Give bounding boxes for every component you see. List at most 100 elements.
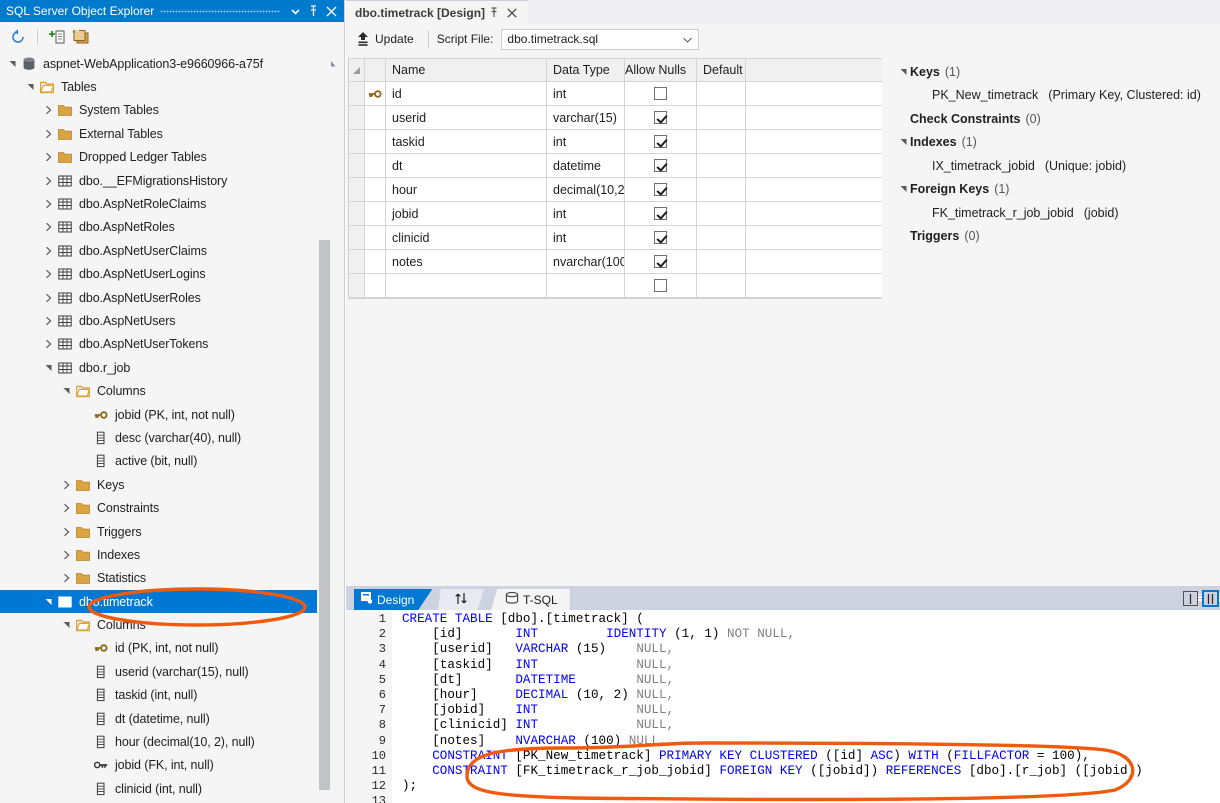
tree-item-dbo-aspnetusers[interactable]: dbo.AspNetUsers <box>0 309 332 332</box>
code-line[interactable]: [notes] NVARCHAR (100) NULL, <box>402 734 1220 749</box>
split-vertical-button[interactable] <box>1183 591 1198 606</box>
column-name-cell[interactable]: id <box>386 82 547 105</box>
refresh-icon[interactable] <box>6 26 30 48</box>
tree-item-dbo-r-job[interactable]: dbo.r_job <box>0 356 332 379</box>
expand-triangle-icon[interactable] <box>60 380 73 403</box>
tree-item-external-tables[interactable]: External Tables <box>0 122 332 145</box>
expand-triangle-icon[interactable] <box>42 590 55 613</box>
tree-item-triggers[interactable]: Triggers <box>0 520 332 543</box>
default-value-cell[interactable] <box>697 82 746 105</box>
code-line[interactable]: [clinicid] INT NULL, <box>402 718 1220 733</box>
row-selector[interactable] <box>349 178 365 201</box>
default-value-cell[interactable] <box>697 250 746 273</box>
allow-nulls-checkbox[interactable] <box>625 202 697 225</box>
expand-triangle-icon[interactable] <box>42 356 55 379</box>
row-selector[interactable] <box>349 274 365 297</box>
default-value-cell[interactable] <box>697 274 746 297</box>
tree-item-aspnet-webapplication3-e9660966-a75f[interactable]: aspnet-WebApplication3-e9660966-a75f <box>0 52 332 75</box>
row-selector[interactable] <box>349 202 365 225</box>
code-line[interactable]: [dt] DATETIME NULL, <box>402 673 1220 688</box>
tree-item-columns[interactable]: Columns <box>0 613 332 636</box>
tree-item-dbo-aspnetuserclaims[interactable]: dbo.AspNetUserClaims <box>0 239 332 262</box>
column-name-cell[interactable]: notes <box>386 250 547 273</box>
tree-item-tables[interactable]: Tables <box>0 75 332 98</box>
code-line[interactable] <box>402 794 1220 803</box>
column-name-cell[interactable]: taskid <box>386 130 547 153</box>
data-type-cell[interactable]: decimal(10,2) <box>547 178 625 201</box>
default-value-cell[interactable] <box>697 106 746 129</box>
default-value-cell[interactable] <box>697 154 746 177</box>
data-type-cell[interactable]: nvarchar(100) <box>547 250 625 273</box>
code-line[interactable]: [id] INT IDENTITY (1, 1) NOT NULL, <box>402 627 1220 642</box>
data-type-cell[interactable]: varchar(15) <box>547 106 625 129</box>
table-row[interactable]: hour decimal(10,2) <box>349 178 882 202</box>
tree-item-statistics[interactable]: Statistics <box>0 567 332 590</box>
table-properties-list[interactable]: Keys (1) PK_New_timetrack (Primary Key, Clu… <box>896 60 1220 248</box>
collapse-triangle-icon[interactable] <box>42 239 55 262</box>
expand-triangle-icon[interactable] <box>896 184 910 194</box>
data-type-column-header[interactable]: Data Type <box>547 59 625 81</box>
allow-nulls-checkbox[interactable] <box>625 130 697 153</box>
collapse-triangle-icon[interactable] <box>42 286 55 309</box>
table-row[interactable]: jobid int <box>349 202 882 226</box>
code-line[interactable]: [hour] DECIMAL (10, 2) NULL, <box>402 688 1220 703</box>
table-row[interactable]: clinicid int <box>349 226 882 250</box>
tree-item-taskid-int-null[interactable]: taskid (int, null) <box>0 684 332 707</box>
collapse-triangle-icon[interactable] <box>42 193 55 216</box>
table-row[interactable]: dt datetime <box>349 154 882 178</box>
allow-nulls-checkbox[interactable] <box>625 106 697 129</box>
close-icon[interactable] <box>503 3 521 23</box>
default-column-header[interactable]: Default <box>697 59 746 81</box>
collapse-triangle-icon[interactable] <box>60 473 73 496</box>
tree-item-constraints[interactable]: Constraints <box>0 496 332 519</box>
column-name-cell[interactable]: userid <box>386 106 547 129</box>
property-group-keys[interactable]: Keys (1) <box>896 60 1220 84</box>
collapse-triangle-icon[interactable] <box>42 309 55 332</box>
collapse-triangle-icon[interactable] <box>42 122 55 145</box>
table-row[interactable]: id int <box>349 82 882 106</box>
property-item-ix-timetrack-jobid[interactable]: IX_timetrack_jobid (Unique: jobid) <box>896 154 1220 178</box>
tree-item-id-pk-int-not-null[interactable]: id (PK, int, not null) <box>0 637 332 660</box>
allow-nulls-checkbox[interactable] <box>625 226 697 249</box>
row-selector[interactable] <box>349 250 365 273</box>
collapse-triangle-icon[interactable] <box>42 99 55 122</box>
table-row[interactable]: userid varchar(15) <box>349 106 882 130</box>
tree-item-dropped-ledger-tables[interactable]: Dropped Ledger Tables <box>0 146 332 169</box>
tree-item-dbo-aspnetroleclaims[interactable]: dbo.AspNetRoleClaims <box>0 192 332 215</box>
row-selector[interactable] <box>349 154 365 177</box>
column-name-cell[interactable]: hour <box>386 178 547 201</box>
expand-triangle-icon[interactable] <box>896 67 910 77</box>
property-item-fk-timetrack-r-job-jobid[interactable]: FK_timetrack_r_job_jobid (jobid) <box>896 201 1220 225</box>
tab-dbo-timetrack-design[interactable]: dbo.timetrack [Design] <box>346 0 529 24</box>
code-line[interactable]: CONSTRAINT [PK_New_timetrack] PRIMARY KE… <box>402 749 1220 764</box>
table-row[interactable]: notes nvarchar(100) <box>349 250 882 274</box>
pin-icon[interactable] <box>304 1 322 21</box>
data-type-cell[interactable] <box>547 274 625 297</box>
default-value-cell[interactable] <box>697 226 746 249</box>
property-group-check-constraints[interactable]: Check Constraints (0) <box>896 107 1220 131</box>
tree-item-dt-datetime-null[interactable]: dt (datetime, null) <box>0 707 332 730</box>
column-name-cell[interactable]: dt <box>386 154 547 177</box>
row-selector[interactable] <box>349 82 365 105</box>
collapse-triangle-icon[interactable] <box>60 543 73 566</box>
data-type-cell[interactable]: int <box>547 82 625 105</box>
default-value-cell[interactable] <box>697 178 746 201</box>
close-icon[interactable] <box>322 1 340 21</box>
column-name-cell[interactable] <box>386 274 547 297</box>
row-selector[interactable] <box>349 130 365 153</box>
update-button[interactable]: Update <box>352 28 420 50</box>
chevron-down-icon[interactable] <box>683 30 693 51</box>
property-group-indexes[interactable]: Indexes (1) <box>896 131 1220 155</box>
expand-triangle-icon[interactable] <box>24 76 37 99</box>
allow-nulls-column-header[interactable]: Allow Nulls <box>625 59 697 81</box>
property-group-triggers[interactable]: Triggers (0) <box>896 225 1220 249</box>
data-type-cell[interactable]: int <box>547 226 625 249</box>
script-file-combobox[interactable]: dbo.timetrack.sql <box>501 28 700 51</box>
code-line[interactable]: ); <box>402 779 1220 794</box>
collapse-triangle-icon[interactable] <box>60 520 73 543</box>
tsql-code-editor[interactable]: 1 2 3 4 5 6 7 8 9 10 11 12 13 CREATE TABLE [dbo].[ti… <box>346 610 1220 803</box>
editor-code-area[interactable]: CREATE TABLE [dbo].[timetrack] ( [id] IN… <box>402 612 1220 803</box>
table-row[interactable] <box>349 274 882 298</box>
tree-scrollbar-thumb[interactable] <box>319 240 330 790</box>
data-type-cell[interactable]: int <box>547 202 625 225</box>
